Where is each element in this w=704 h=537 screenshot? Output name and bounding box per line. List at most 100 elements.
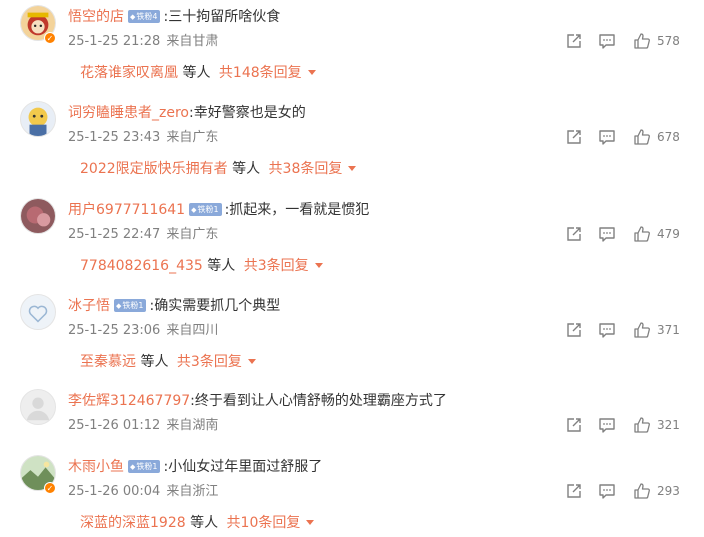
comment-icon bbox=[599, 323, 615, 338]
thumbs-up-icon bbox=[634, 226, 650, 242]
comment-text: :幸好警察也是女的 bbox=[188, 105, 306, 121]
username-link[interactable]: 用户6977711641 bbox=[68, 202, 185, 218]
fan-badge-label: 铁粉1 bbox=[122, 301, 144, 310]
comment-button[interactable] bbox=[596, 480, 618, 502]
comment-button[interactable] bbox=[596, 30, 618, 52]
like-button[interactable] bbox=[631, 126, 653, 148]
fan-badge-label: 铁粉1 bbox=[136, 462, 158, 471]
like-count: 479 bbox=[657, 227, 680, 241]
like-button[interactable] bbox=[631, 480, 653, 502]
reply-count-link[interactable]: 共3条回复 bbox=[177, 354, 242, 370]
fan-badge-label: 铁粉4 bbox=[136, 12, 158, 21]
username-link[interactable]: 冰子悟 bbox=[68, 298, 110, 314]
chevron-down-icon[interactable] bbox=[306, 520, 315, 525]
comment-header: 用户6977711641 ◆铁粉1:抓起来，一看就是惯犯 bbox=[68, 200, 369, 220]
chevron-down-icon[interactable] bbox=[247, 359, 256, 364]
comment-item: 悟空的店 ◆铁粉4:三十拘留所啥伙食 25-1-25 21:28 来自甘肃 578 … bbox=[0, 0, 704, 96]
comment-button[interactable] bbox=[596, 126, 618, 148]
share-icon bbox=[567, 130, 581, 144]
share-button[interactable] bbox=[563, 480, 585, 502]
share-button[interactable] bbox=[563, 319, 585, 341]
thumbs-up-icon bbox=[634, 33, 650, 49]
reply-summary: 7784082616_435 等人 共3条回复 bbox=[80, 256, 323, 276]
chevron-down-icon[interactable] bbox=[307, 70, 316, 75]
comment-header: 李佐辉312467797:终于看到让人心情舒畅的处理霸座方式了 bbox=[68, 391, 447, 411]
reply-count-link[interactable]: 共148条回复 bbox=[219, 65, 302, 81]
reply-summary: 至秦慕远 等人 共3条回复 bbox=[80, 352, 256, 372]
comment-item: 词穷瞌睡患者_zero:幸好警察也是女的 25-1-25 23:43 来自广东 6… bbox=[0, 96, 704, 192]
reply-username-link[interactable]: 7784082616_435 bbox=[80, 258, 203, 274]
chevron-down-icon[interactable] bbox=[348, 166, 357, 171]
like-count: 578 bbox=[657, 34, 680, 48]
comment-actions: 371 bbox=[0, 319, 704, 341]
like-button[interactable] bbox=[631, 223, 653, 245]
reply-summary: 深蓝的深蓝1928 等人 共10条回复 bbox=[80, 513, 315, 533]
diamond-icon: ◆ bbox=[116, 302, 122, 310]
like-count: 371 bbox=[657, 323, 680, 337]
comment-item: 冰子悟 ◆铁粉1:确实需要抓几个典型 25-1-25 23:06 来自四川 371 … bbox=[0, 289, 704, 385]
share-icon bbox=[567, 418, 581, 432]
diamond-icon: ◆ bbox=[130, 463, 136, 471]
share-button[interactable] bbox=[563, 223, 585, 245]
comment-feed: 悟空的店 ◆铁粉4:三十拘留所啥伙食 25-1-25 21:28 来自甘肃 578 … bbox=[0, 0, 704, 537]
reply-username-link[interactable]: 至秦慕远 bbox=[80, 354, 136, 370]
comment-icon bbox=[599, 227, 615, 242]
comment-header: 木雨小鱼 ◆铁粉1:小仙女过年里面过舒服了 bbox=[68, 457, 322, 477]
comment-text: :小仙女过年里面过舒服了 bbox=[163, 459, 323, 475]
reply-count-link[interactable]: 共10条回复 bbox=[227, 515, 301, 531]
chevron-down-icon[interactable] bbox=[314, 263, 323, 268]
like-button[interactable] bbox=[631, 30, 653, 52]
like-count: 678 bbox=[657, 130, 680, 144]
reply-etc-label: 等人 bbox=[140, 354, 169, 370]
comment-header: 悟空的店 ◆铁粉4:三十拘留所啥伙食 bbox=[68, 7, 280, 27]
share-icon bbox=[567, 227, 581, 241]
reply-username-link[interactable]: 深蓝的深蓝1928 bbox=[80, 515, 186, 531]
share-icon bbox=[567, 484, 581, 498]
reply-count-link[interactable]: 共38条回复 bbox=[269, 161, 343, 177]
thumbs-up-icon bbox=[634, 483, 650, 499]
comment-item: 木雨小鱼 ◆铁粉1:小仙女过年里面过舒服了 25-1-26 00:04 来自浙江 2… bbox=[0, 450, 704, 537]
thumbs-up-icon bbox=[634, 417, 650, 433]
comment-button[interactable] bbox=[596, 414, 618, 436]
like-button[interactable] bbox=[631, 319, 653, 341]
comment-actions: 293 bbox=[0, 480, 704, 502]
comment-icon bbox=[599, 130, 615, 145]
username-link[interactable]: 词穷瞌睡患者_zero bbox=[68, 105, 189, 121]
reply-summary: 2022限定版快乐拥有者 等人 共38条回复 bbox=[80, 159, 357, 179]
username-link[interactable]: 木雨小鱼 bbox=[68, 459, 124, 475]
like-button[interactable] bbox=[631, 414, 653, 436]
reply-username-link[interactable]: 2022限定版快乐拥有者 bbox=[80, 161, 228, 177]
share-button[interactable] bbox=[563, 126, 585, 148]
username-link[interactable]: 悟空的店 bbox=[68, 9, 124, 25]
share-button[interactable] bbox=[563, 30, 585, 52]
share-icon bbox=[567, 34, 581, 48]
fan-badge[interactable]: ◆铁粉1 bbox=[114, 299, 147, 312]
reply-etc-label: 等人 bbox=[207, 258, 236, 274]
comment-text: :抓起来，一看就是惯犯 bbox=[224, 202, 370, 218]
thumbs-up-icon bbox=[634, 322, 650, 338]
reply-count-link[interactable]: 共3条回复 bbox=[244, 258, 309, 274]
comment-header: 冰子悟 ◆铁粉1:确实需要抓几个典型 bbox=[68, 296, 280, 316]
comment-actions: 678 bbox=[0, 126, 704, 148]
fan-badge[interactable]: ◆铁粉1 bbox=[128, 460, 161, 473]
share-button[interactable] bbox=[563, 414, 585, 436]
comment-text: :终于看到让人心情舒畅的处理霸座方式了 bbox=[190, 393, 447, 409]
reply-username-link[interactable]: 花落谁家叹离凰 bbox=[80, 65, 178, 81]
comment-icon bbox=[599, 418, 615, 433]
username-link[interactable]: 李佐辉312467797 bbox=[68, 393, 190, 409]
verified-icon: ✓ bbox=[44, 32, 56, 44]
comment-button[interactable] bbox=[596, 319, 618, 341]
like-count: 293 bbox=[657, 484, 680, 498]
comment-actions: 321 bbox=[0, 414, 704, 436]
reply-etc-label: 等人 bbox=[232, 161, 261, 177]
fan-badge-label: 铁粉1 bbox=[197, 205, 219, 214]
comment-button[interactable] bbox=[596, 223, 618, 245]
thumbs-up-icon bbox=[634, 129, 650, 145]
comment-icon bbox=[599, 484, 615, 499]
comment-text: :三十拘留所啥伙食 bbox=[163, 9, 281, 25]
like-count: 321 bbox=[657, 418, 680, 432]
fan-badge[interactable]: ◆铁粉4 bbox=[128, 10, 161, 23]
diamond-icon: ◆ bbox=[191, 206, 197, 214]
comment-text: :确实需要抓几个典型 bbox=[149, 298, 281, 314]
fan-badge[interactable]: ◆铁粉1 bbox=[189, 203, 222, 216]
